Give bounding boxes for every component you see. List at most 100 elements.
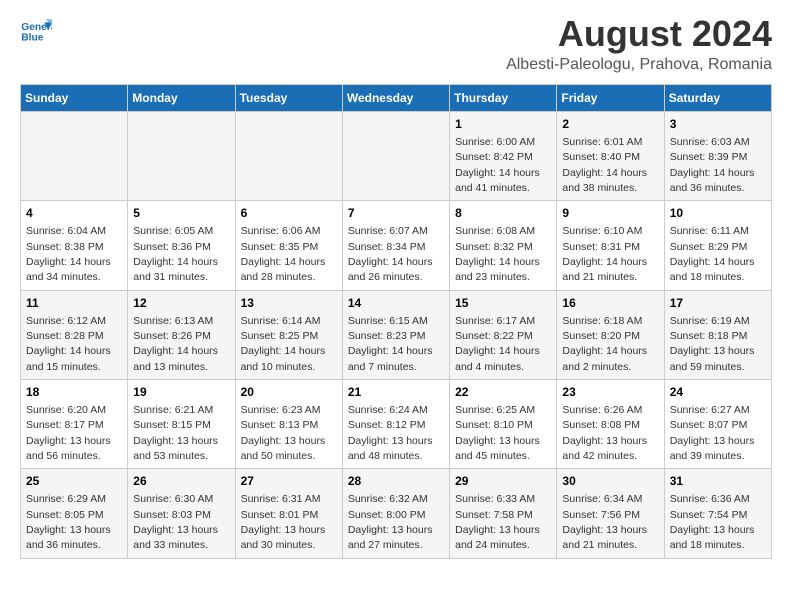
day-number: 15	[455, 295, 551, 312]
day-info: Sunrise: 6:34 AM Sunset: 7:56 PM Dayligh…	[562, 493, 647, 551]
day-of-week-header: Tuesday	[235, 85, 342, 112]
day-info: Sunrise: 6:07 AM Sunset: 8:34 PM Dayligh…	[348, 225, 433, 283]
day-of-week-header: Monday	[128, 85, 235, 112]
svg-text:Blue: Blue	[21, 32, 43, 43]
day-number: 4	[26, 205, 122, 222]
day-number: 16	[562, 295, 658, 312]
day-of-week-header: Friday	[557, 85, 664, 112]
day-number: 14	[348, 295, 444, 312]
calendar-cell: 25 Sunrise: 6:29 AM Sunset: 8:05 PM Dayli…	[21, 469, 128, 558]
day-number: 29	[455, 473, 551, 490]
calendar-cell: 19 Sunrise: 6:21 AM Sunset: 8:15 PM Dayli…	[128, 380, 235, 469]
calendar-cell: 2 Sunrise: 6:01 AM Sunset: 8:40 PM Daylig…	[557, 112, 664, 201]
day-info: Sunrise: 6:14 AM Sunset: 8:25 PM Dayligh…	[241, 315, 326, 373]
day-number: 7	[348, 205, 444, 222]
calendar-cell: 9Sunrise: 6:10 AM Sunset: 8:31 PM Daylig…	[557, 201, 664, 290]
day-info: Sunrise: 6:11 AM Sunset: 8:29 PM Dayligh…	[670, 225, 755, 283]
location-subtitle: Albesti-Paleologu, Prahova, Romania	[506, 56, 772, 74]
calendar-cell: 14 Sunrise: 6:15 AM Sunset: 8:23 PM Dayli…	[342, 290, 449, 379]
day-info: Sunrise: 6:20 AM Sunset: 8:17 PM Dayligh…	[26, 404, 111, 462]
calendar-cell: 30 Sunrise: 6:34 AM Sunset: 7:56 PM Dayli…	[557, 469, 664, 558]
day-number: 30	[562, 473, 658, 490]
day-info: Sunrise: 6:13 AM Sunset: 8:26 PM Dayligh…	[133, 315, 218, 373]
day-of-week-header: Thursday	[450, 85, 557, 112]
day-number: 13	[241, 295, 337, 312]
day-info: Sunrise: 6:25 AM Sunset: 8:10 PM Dayligh…	[455, 404, 540, 462]
day-number: 26	[133, 473, 229, 490]
day-info: Sunrise: 6:30 AM Sunset: 8:03 PM Dayligh…	[133, 493, 218, 551]
calendar-cell: 6 Sunrise: 6:06 AM Sunset: 8:35 PM Daylig…	[235, 201, 342, 290]
calendar-cell: 13 Sunrise: 6:14 AM Sunset: 8:25 PM Dayli…	[235, 290, 342, 379]
calendar-week-row: 4 Sunrise: 6:04 AM Sunset: 8:38 PM Daylig…	[21, 201, 772, 290]
logo: General Blue	[20, 16, 52, 48]
day-info: Sunrise: 6:23 AM Sunset: 8:13 PM Dayligh…	[241, 404, 326, 462]
day-number: 22	[455, 384, 551, 401]
calendar-week-row: 11Sunrise: 6:12 AM Sunset: 8:28 PM Dayli…	[21, 290, 772, 379]
day-info: Sunrise: 6:01 AM Sunset: 8:40 PM Dayligh…	[562, 136, 647, 194]
calendar-cell: 4 Sunrise: 6:04 AM Sunset: 8:38 PM Daylig…	[21, 201, 128, 290]
day-number: 12	[133, 295, 229, 312]
day-info: Sunrise: 6:08 AM Sunset: 8:32 PM Dayligh…	[455, 225, 540, 283]
day-of-week-header: Sunday	[21, 85, 128, 112]
day-number: 28	[348, 473, 444, 490]
day-number: 10	[670, 205, 766, 222]
calendar-cell: 22 Sunrise: 6:25 AM Sunset: 8:10 PM Dayli…	[450, 380, 557, 469]
calendar-week-row: 18 Sunrise: 6:20 AM Sunset: 8:17 PM Dayli…	[21, 380, 772, 469]
calendar-cell: 16 Sunrise: 6:18 AM Sunset: 8:20 PM Dayli…	[557, 290, 664, 379]
calendar-cell: 18 Sunrise: 6:20 AM Sunset: 8:17 PM Dayli…	[21, 380, 128, 469]
day-info: Sunrise: 6:24 AM Sunset: 8:12 PM Dayligh…	[348, 404, 433, 462]
calendar-cell: 17Sunrise: 6:19 AM Sunset: 8:18 PM Dayli…	[664, 290, 771, 379]
day-info: Sunrise: 6:04 AM Sunset: 8:38 PM Dayligh…	[26, 225, 111, 283]
day-of-week-header: Wednesday	[342, 85, 449, 112]
day-of-week-header: Saturday	[664, 85, 771, 112]
day-number: 19	[133, 384, 229, 401]
day-info: Sunrise: 6:21 AM Sunset: 8:15 PM Dayligh…	[133, 404, 218, 462]
calendar-header-row: SundayMondayTuesdayWednesdayThursdayFrid…	[21, 85, 772, 112]
day-info: Sunrise: 6:29 AM Sunset: 8:05 PM Dayligh…	[26, 493, 111, 551]
month-year-title: August 2024	[506, 16, 772, 52]
calendar-cell: 12 Sunrise: 6:13 AM Sunset: 8:26 PM Dayli…	[128, 290, 235, 379]
calendar-cell: 23 Sunrise: 6:26 AM Sunset: 8:08 PM Dayli…	[557, 380, 664, 469]
day-number: 24	[670, 384, 766, 401]
day-number: 18	[26, 384, 122, 401]
calendar-cell	[235, 112, 342, 201]
day-info: Sunrise: 6:18 AM Sunset: 8:20 PM Dayligh…	[562, 315, 647, 373]
day-info: Sunrise: 6:33 AM Sunset: 7:58 PM Dayligh…	[455, 493, 540, 551]
calendar-cell: 29 Sunrise: 6:33 AM Sunset: 7:58 PM Dayli…	[450, 469, 557, 558]
day-number: 23	[562, 384, 658, 401]
calendar-cell	[21, 112, 128, 201]
calendar-cell: 10 Sunrise: 6:11 AM Sunset: 8:29 PM Dayli…	[664, 201, 771, 290]
title-area: August 2024 Albesti-Paleologu, Prahova, …	[506, 16, 772, 74]
logo-icon: General Blue	[20, 16, 52, 48]
day-info: Sunrise: 6:00 AM Sunset: 8:42 PM Dayligh…	[455, 136, 540, 194]
day-number: 11	[26, 295, 122, 312]
calendar-cell: 7 Sunrise: 6:07 AM Sunset: 8:34 PM Daylig…	[342, 201, 449, 290]
day-info: Sunrise: 6:06 AM Sunset: 8:35 PM Dayligh…	[241, 225, 326, 283]
day-number: 5	[133, 205, 229, 222]
day-info: Sunrise: 6:15 AM Sunset: 8:23 PM Dayligh…	[348, 315, 433, 373]
header: General Blue August 2024 Albesti-Paleolo…	[20, 16, 772, 74]
calendar-cell: 3Sunrise: 6:03 AM Sunset: 8:39 PM Daylig…	[664, 112, 771, 201]
calendar-week-row: 1 Sunrise: 6:00 AM Sunset: 8:42 PM Daylig…	[21, 112, 772, 201]
day-number: 1	[455, 116, 551, 133]
day-number: 17	[670, 295, 766, 312]
calendar-week-row: 25 Sunrise: 6:29 AM Sunset: 8:05 PM Dayli…	[21, 469, 772, 558]
calendar-table: SundayMondayTuesdayWednesdayThursdayFrid…	[20, 84, 772, 559]
day-number: 31	[670, 473, 766, 490]
calendar-cell: 28 Sunrise: 6:32 AM Sunset: 8:00 PM Dayli…	[342, 469, 449, 558]
day-number: 21	[348, 384, 444, 401]
day-info: Sunrise: 6:32 AM Sunset: 8:00 PM Dayligh…	[348, 493, 433, 551]
day-number: 25	[26, 473, 122, 490]
day-number: 8	[455, 205, 551, 222]
day-info: Sunrise: 6:27 AM Sunset: 8:07 PM Dayligh…	[670, 404, 755, 462]
day-info: Sunrise: 6:17 AM Sunset: 8:22 PM Dayligh…	[455, 315, 540, 373]
day-info: Sunrise: 6:36 AM Sunset: 7:54 PM Dayligh…	[670, 493, 755, 551]
calendar-cell: 26 Sunrise: 6:30 AM Sunset: 8:03 PM Dayli…	[128, 469, 235, 558]
calendar-cell: 20Sunrise: 6:23 AM Sunset: 8:13 PM Dayli…	[235, 380, 342, 469]
day-number: 2	[562, 116, 658, 133]
day-number: 9	[562, 205, 658, 222]
day-number: 27	[241, 473, 337, 490]
calendar-cell: 27Sunrise: 6:31 AM Sunset: 8:01 PM Dayli…	[235, 469, 342, 558]
day-number: 6	[241, 205, 337, 222]
day-info: Sunrise: 6:26 AM Sunset: 8:08 PM Dayligh…	[562, 404, 647, 462]
